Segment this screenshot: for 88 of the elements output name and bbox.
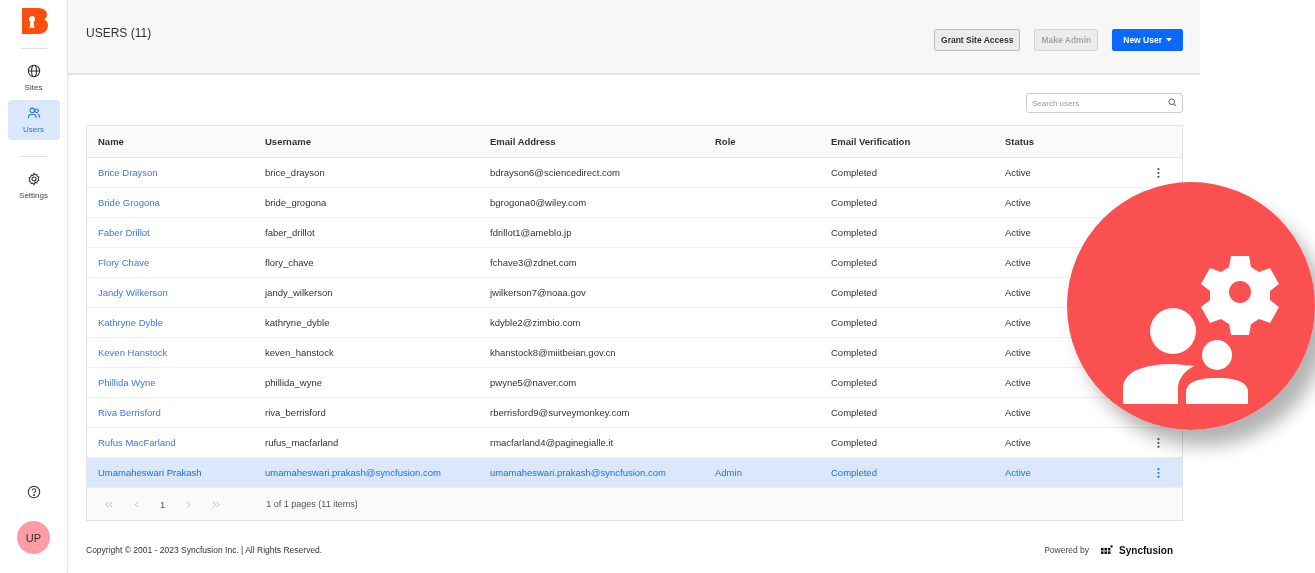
user-name-link[interactable]: Jandy Wilkerson	[98, 287, 168, 298]
action-button[interactable]: New User	[1112, 29, 1183, 51]
table-cell: umamaheswari.prakash@syncfusion.com	[490, 467, 666, 478]
more-options-icon[interactable]	[1157, 467, 1160, 478]
table-cell: Active	[1005, 227, 1031, 238]
page-number[interactable]: 1	[160, 498, 166, 510]
table-cell: Active	[1005, 197, 1031, 208]
table-cell: Active	[1005, 287, 1031, 298]
table-cell: Completed	[831, 167, 877, 178]
table-cell: flory_chave	[265, 257, 314, 268]
sidebar-item[interactable]: Sites	[7, 58, 60, 98]
sidebar-item[interactable]: Settings	[7, 166, 60, 206]
user-name-link[interactable]: Kathryne Dyble	[98, 317, 163, 328]
table-cell: kathryne_dyble	[265, 317, 330, 328]
copyright-text: Copyright © 2001 - 2023 Syncfusion Inc. | All Rights Reserved.	[86, 545, 323, 555]
table-cell: Completed	[831, 407, 877, 418]
more-options-icon[interactable]	[1157, 437, 1160, 448]
users-icon	[26, 106, 41, 120]
table-cell: Active	[1005, 257, 1031, 268]
pager-info: 1 of 1 pages (11 items)	[266, 499, 358, 509]
table-cell: Active	[1005, 407, 1031, 418]
table-cell: fdrillot1@ameblo.jp	[490, 227, 572, 238]
user-name-link[interactable]: Faber Drillot	[98, 227, 150, 238]
user-name-link[interactable]: Umamaheswari Prakash	[98, 467, 202, 478]
user-name-link[interactable]: Bride Grogona	[98, 197, 160, 208]
table-cell: Admin	[715, 467, 742, 478]
brand-logo-icon	[1101, 544, 1114, 556]
table-cell: faber_drillot	[265, 227, 315, 238]
table-cell: rufus_macfarland	[265, 437, 339, 448]
user-avatar[interactable]: UP	[17, 521, 50, 554]
table-cell: fchave3@zdnet.com	[490, 257, 577, 268]
table-cell: jwilkerson7@noaa.gov	[490, 287, 586, 298]
column-header[interactable]: Name	[87, 136, 254, 147]
powered-by-text: Powered by	[1044, 545, 1090, 555]
user-settings-badge-icon	[1067, 182, 1315, 430]
table-cell: jandy_wilkerson	[265, 287, 333, 298]
table-cell: Active	[1005, 467, 1031, 478]
user-name-link[interactable]: Riva Berrisford	[98, 407, 161, 418]
table-cell: Active	[1005, 377, 1031, 388]
help-icon[interactable]	[26, 485, 41, 499]
table-cell: kdyble2@zimbio.com	[490, 317, 581, 328]
table-cell: Active	[1005, 317, 1031, 328]
table-cell: Active	[1005, 437, 1031, 448]
logo-icon	[19, 8, 48, 34]
more-options-icon[interactable]	[1157, 167, 1160, 178]
column-header[interactable]: Status	[994, 136, 1054, 147]
table-cell: Completed	[831, 287, 877, 298]
action-button[interactable]: Grant Site Access	[934, 29, 1021, 51]
table-cell: bride_grogona	[265, 197, 327, 208]
table-cell: Completed	[831, 317, 877, 328]
table-cell: Completed	[831, 467, 877, 478]
column-header[interactable]: Email Verification	[820, 136, 994, 147]
table-cell: Active	[1005, 347, 1031, 358]
caret-icon	[1166, 38, 1172, 42]
table-cell: Completed	[831, 257, 877, 268]
page-title: USERS (11)	[86, 26, 152, 40]
search-icon	[1168, 98, 1177, 107]
user-name-link[interactable]: Keven Hanstock	[98, 347, 168, 358]
brand-name: Syncfusion	[1119, 544, 1173, 556]
globe-icon	[26, 64, 41, 78]
user-name-link[interactable]: Brice Drayson	[98, 167, 158, 178]
table-cell: khanstock8@miitbeian.gov.cn	[490, 347, 616, 358]
column-header[interactable]: Role	[704, 136, 820, 147]
table-cell: pwyne5@naver.com	[490, 377, 577, 388]
table-cell: Completed	[831, 347, 877, 358]
table-cell: bdrayson6@sciencedirect.com	[490, 167, 621, 178]
selected-row[interactable]: Umamaheswari Prakash umamaheswari.prakash@syncfusion.com umamaheswari.prakash@syncfusion.com Admin Completed Active	[87, 458, 1182, 488]
table-cell: Completed	[831, 377, 877, 388]
table-cell: brice_drayson	[265, 167, 325, 178]
table-cell: rberrisford9@surveymonkey.com	[490, 407, 630, 418]
table-cell: keven_hanstock	[265, 347, 334, 358]
search-field[interactable]: Search users	[1026, 93, 1183, 113]
table-cell: bgrogona0@wiley.com	[490, 197, 587, 208]
gear-icon	[26, 172, 41, 186]
user-name-link[interactable]: Flory Chave	[98, 257, 150, 268]
table-cell: Completed	[831, 227, 877, 238]
table-cell: phillida_wyne	[265, 377, 323, 388]
user-name-link[interactable]: Phillida Wyne	[98, 377, 156, 388]
table-cell: Completed	[831, 197, 877, 208]
sidebar-item[interactable]: Users	[7, 100, 60, 140]
table-cell: rmacfarland4@paginegialle.it	[490, 437, 614, 448]
table-cell: Completed	[831, 437, 877, 448]
table-cell: Active	[1005, 167, 1031, 178]
column-header[interactable]: Username	[254, 136, 479, 147]
user-name-link[interactable]: Rufus MacFarland	[98, 437, 176, 448]
column-header[interactable]: Email Address	[479, 136, 704, 147]
table-cell: umamaheswari.prakash@syncfusion.com	[265, 467, 441, 478]
table-cell: riva_berrisford	[265, 407, 326, 418]
